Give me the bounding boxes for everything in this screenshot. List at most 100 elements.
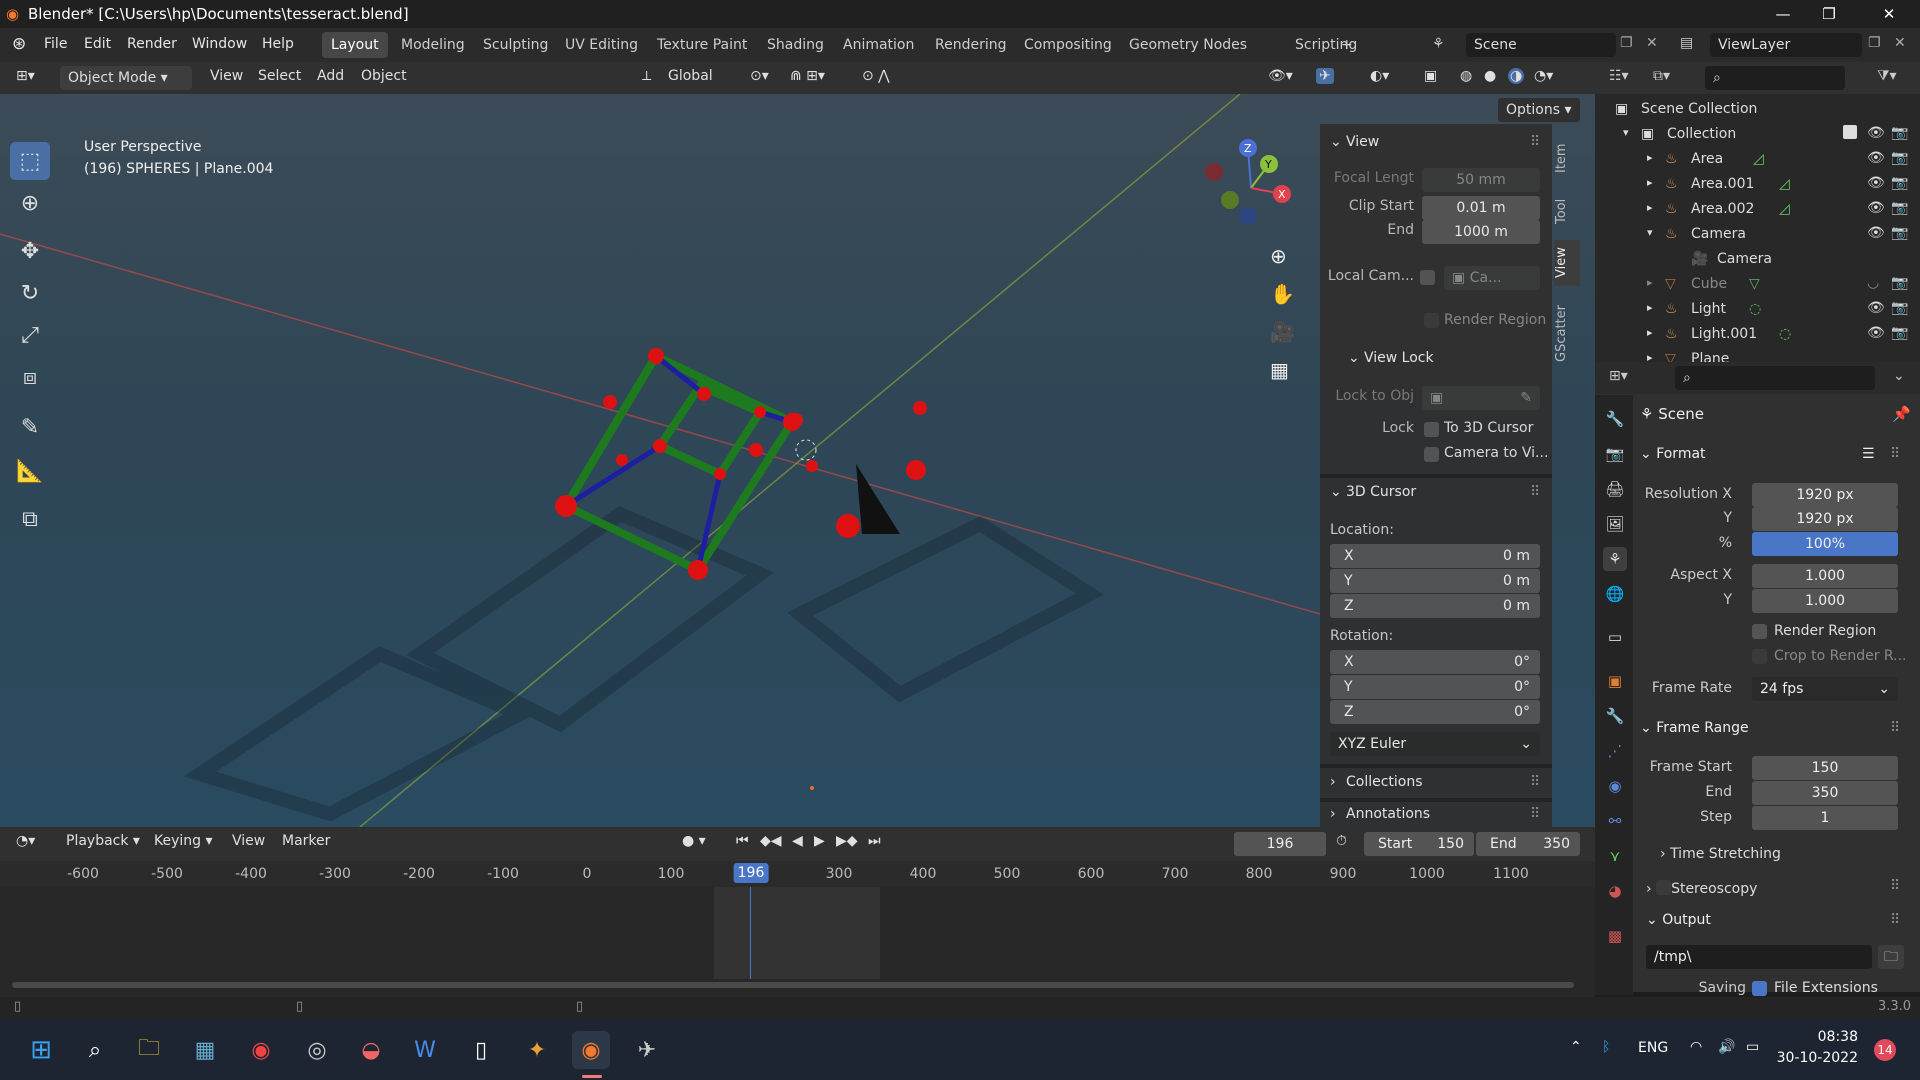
tab-rendering[interactable]: Rendering: [926, 32, 1016, 58]
blender-taskbar-icon[interactable]: ◉: [572, 1031, 610, 1069]
scene-selector-icon[interactable]: ⚘: [1432, 36, 1445, 52]
stereoscopy-header[interactable]: › Stereoscopy ⠿: [1646, 878, 1912, 897]
timeline-start-field[interactable]: Start 150: [1364, 832, 1474, 856]
clip-start-field[interactable]: 0.01 m: [1422, 196, 1540, 220]
delete-scene-icon[interactable]: ✕: [1646, 35, 1658, 51]
timeline-scrollbar[interactable]: [12, 982, 1574, 988]
language-indicator[interactable]: ENG: [1638, 1040, 1668, 1056]
expand-icon[interactable]: ▸: [1647, 201, 1653, 214]
include-checkbox[interactable]: [1843, 125, 1857, 139]
resolution-x-field[interactable]: 1920 px: [1752, 483, 1898, 507]
preset-list-icon[interactable]: ☰: [1862, 446, 1875, 462]
format-header[interactable]: ⌄ Format ☰ ⠿: [1640, 446, 1912, 462]
eye-icon[interactable]: 👁: [1867, 325, 1885, 341]
search-icon[interactable]: ⌕: [76, 1031, 114, 1069]
proportional-edit-icon[interactable]: ⊙ ⋀: [862, 68, 890, 84]
outliner-row[interactable]: ▣ Scene Collection: [1595, 98, 1920, 123]
timeline-editor-icon[interactable]: ◔▾: [16, 833, 35, 849]
menu-add[interactable]: Add: [317, 68, 344, 84]
properties-options-icon[interactable]: ⌄: [1893, 368, 1905, 384]
world-properties-icon[interactable]: 🌐: [1603, 582, 1627, 606]
texture-properties-icon[interactable]: ▩: [1603, 924, 1627, 948]
eye-hidden-icon[interactable]: ◡: [1867, 275, 1879, 291]
menu-playback[interactable]: Playback ▾: [66, 833, 140, 849]
expand-icon[interactable]: ▸: [1647, 176, 1653, 189]
obs-icon[interactable]: ◎: [298, 1031, 336, 1069]
cursor-loc-z-field[interactable]: Z 0 m: [1330, 594, 1540, 618]
calculator-icon[interactable]: ▦: [186, 1031, 224, 1069]
editor-type-icon[interactable]: ⊞▾: [16, 68, 35, 84]
transform-tool-icon[interactable]: ⧈: [10, 358, 50, 396]
tab-animation[interactable]: Animation: [834, 32, 923, 58]
jump-start-icon[interactable]: ⏮: [736, 833, 749, 849]
select-box-icon[interactable]: ⬚: [10, 142, 50, 180]
aspect-x-field[interactable]: 1.000: [1752, 564, 1898, 588]
eye-icon[interactable]: 👁: [1867, 200, 1885, 216]
resolution-percent-field[interactable]: 100%: [1752, 532, 1898, 556]
menu-timeline-view[interactable]: View: [232, 833, 265, 849]
display-mode-icon[interactable]: ⧉▾: [1653, 68, 1670, 84]
menu-marker[interactable]: Marker: [282, 833, 330, 849]
viewlayer-name-field[interactable]: ViewLayer: [1710, 33, 1862, 57]
expand-icon[interactable]: ▸: [1647, 326, 1653, 339]
new-viewlayer-icon[interactable]: ❐: [1868, 35, 1881, 51]
menu-keying[interactable]: Keying ▾: [154, 833, 213, 849]
add-workspace-button[interactable]: +: [1332, 32, 1362, 58]
davinci-icon[interactable]: ✦: [518, 1031, 556, 1069]
tab-layout[interactable]: Layout: [322, 32, 388, 58]
focal-length-field[interactable]: 50 mm: [1422, 168, 1540, 192]
tab-texture-paint[interactable]: Texture Paint: [648, 32, 756, 58]
tab-tool[interactable]: Tool: [1554, 190, 1580, 232]
collection-properties-icon[interactable]: ▭: [1603, 625, 1627, 649]
ortho-grid-icon[interactable]: ▦: [1270, 358, 1289, 382]
menu-window[interactable]: Window: [192, 36, 247, 52]
visibility-icon[interactable]: 👁▾: [1268, 68, 1293, 84]
menu-object[interactable]: Object: [361, 68, 407, 84]
render-camera-icon[interactable]: 📷: [1891, 325, 1908, 341]
snap-icon[interactable]: ⋒ ⊞▾: [790, 68, 825, 84]
new-scene-icon[interactable]: ❐: [1620, 35, 1633, 51]
cursor-rot-x-field[interactable]: X 0°: [1330, 650, 1540, 674]
file-extensions-checkbox[interactable]: [1752, 981, 1767, 996]
windows-start-icon[interactable]: ⊞: [22, 1031, 60, 1069]
outliner-row[interactable]: ▸ ▽ Cube ▽ ◡ 📷: [1595, 273, 1920, 298]
expand-icon[interactable]: ▸: [1647, 351, 1653, 362]
aspect-y-field[interactable]: 1.000: [1752, 589, 1898, 613]
outliner-row[interactable]: ▸ ▽ Plane: [1595, 348, 1920, 362]
camera-view-icon[interactable]: 🎥: [1270, 320, 1295, 344]
zoom-icon[interactable]: ⊕: [1270, 244, 1287, 268]
blender-menu-icon[interactable]: ⊛: [12, 34, 26, 54]
annotate-tool-icon[interactable]: ✎: [10, 408, 50, 446]
eye-icon[interactable]: 👁: [1867, 125, 1885, 141]
pan-hand-icon[interactable]: ✋: [1270, 282, 1295, 306]
notepad-icon[interactable]: ▯: [462, 1031, 500, 1069]
bluetooth-icon[interactable]: ᛒ: [1602, 1039, 1610, 1055]
cursor-rot-y-field[interactable]: Y 0°: [1330, 675, 1540, 699]
move-tool-icon[interactable]: ✥: [10, 232, 50, 270]
output-header[interactable]: ⌄ Output ⠿: [1646, 912, 1912, 928]
tab-modeling[interactable]: Modeling: [392, 32, 474, 58]
properties-editor-icon[interactable]: ⊞▾: [1609, 368, 1628, 384]
scene-name-field[interactable]: Scene: [1466, 33, 1616, 57]
local-camera-checkbox[interactable]: [1420, 270, 1435, 285]
expand-icon[interactable]: ▸: [1647, 276, 1653, 289]
rotation-mode-dropdown[interactable]: XYZ Euler ⌄: [1330, 732, 1540, 756]
render-camera-icon[interactable]: 📷: [1891, 125, 1908, 141]
particles-icon[interactable]: ⋰: [1603, 739, 1627, 763]
navigation-gizmo[interactable]: Z Y X: [1196, 138, 1306, 234]
frame-range-header[interactable]: ⌄ Frame Range ⠿: [1640, 720, 1912, 736]
outliner-editor-icon[interactable]: ☷▾: [1609, 68, 1629, 84]
render-region-checkbox[interactable]: [1752, 624, 1767, 639]
rotate-tool-icon[interactable]: ↻: [10, 274, 50, 312]
chevron-up-icon[interactable]: ⌃: [1570, 1039, 1582, 1055]
render-camera-icon[interactable]: 📷: [1891, 150, 1908, 166]
tab-item[interactable]: Item: [1554, 134, 1580, 182]
word-icon[interactable]: W: [406, 1031, 444, 1069]
timeline-end-field[interactable]: End 350: [1476, 832, 1580, 856]
clock-time[interactable]: 08:38: [1794, 1029, 1858, 1045]
eye-icon[interactable]: 👁: [1867, 225, 1885, 241]
lock-to-cursor-checkbox[interactable]: [1424, 422, 1439, 437]
menu-render[interactable]: Render: [127, 36, 177, 52]
measure-tool-icon[interactable]: 📐: [10, 452, 50, 490]
menu-help[interactable]: Help: [262, 36, 294, 52]
